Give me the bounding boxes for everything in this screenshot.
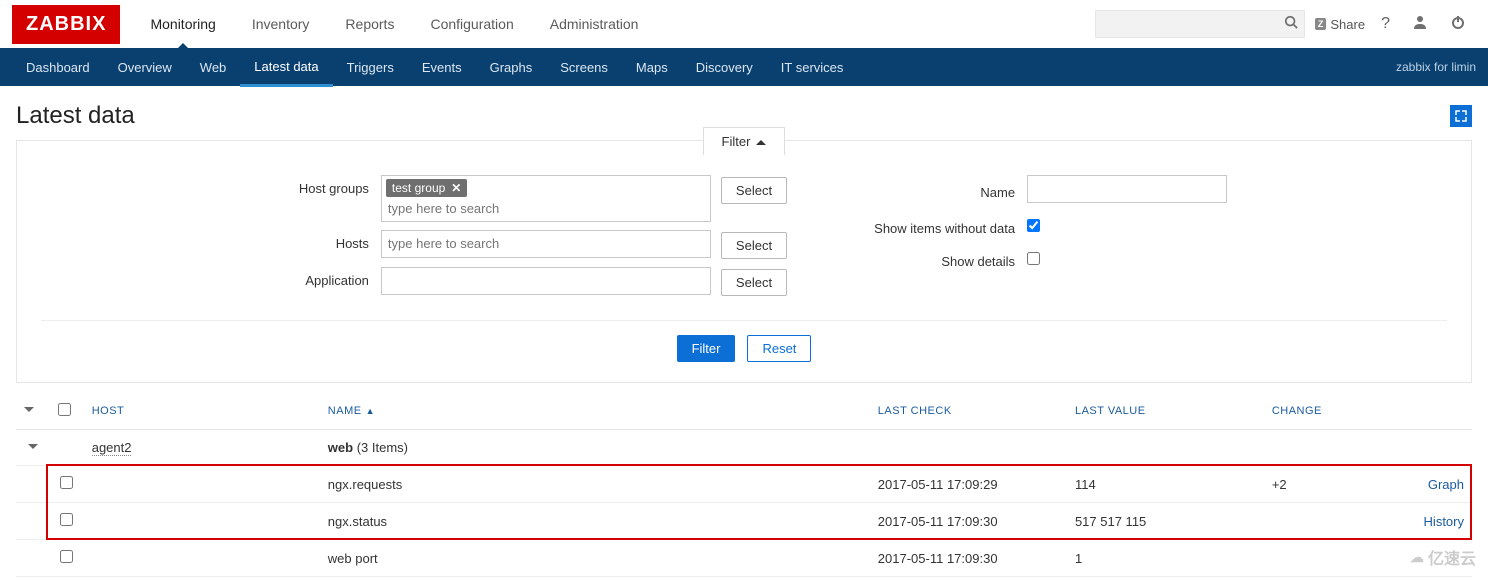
hosts-label: Hosts [261, 230, 381, 251]
row-checkbox[interactable] [60, 550, 73, 563]
hosts-input[interactable] [381, 230, 711, 258]
host-groups-input[interactable]: test group ✕ [381, 175, 711, 222]
row-name: ngx.status [320, 503, 870, 540]
help-icon[interactable]: ? [1375, 11, 1396, 37]
host-groups-tag[interactable]: test group ✕ [386, 179, 467, 197]
chevron-up-icon [756, 135, 766, 145]
power-icon[interactable] [1444, 10, 1472, 39]
filter-toggle-label: Filter [722, 134, 751, 149]
subnav-web[interactable]: Web [186, 48, 241, 86]
topnav-reports[interactable]: Reports [327, 0, 412, 48]
subnav-dashboard[interactable]: Dashboard [12, 48, 104, 86]
brand-logo[interactable]: ZABBIX [12, 5, 120, 44]
application-label: Application [261, 267, 381, 288]
group-app-name: web [328, 440, 353, 455]
watermark: ☁ 亿速云 [1410, 545, 1476, 569]
row-last-check: 2017-05-11 17:09:29 [870, 466, 1067, 503]
expand-all-icon[interactable] [24, 407, 34, 417]
watermark-text: 亿速云 [1428, 545, 1476, 569]
topnav-inventory[interactable]: Inventory [234, 0, 328, 48]
col-last-value[interactable]: Last value [1075, 405, 1146, 417]
col-change[interactable]: Change [1272, 405, 1322, 417]
page-title: Latest data [16, 102, 135, 130]
application-input[interactable] [381, 267, 711, 295]
application-select-button[interactable]: Select [721, 269, 787, 296]
show-without-data-label: Show items without data [847, 215, 1027, 236]
table-group-row: agent2 web (3 Items) [16, 430, 1472, 466]
row-name: web port [320, 540, 870, 577]
sort-asc-icon: ▲ [366, 406, 375, 416]
show-details-label: Show details [847, 248, 1027, 269]
subnav-graphs[interactable]: Graphs [476, 48, 547, 86]
row-change [1264, 503, 1402, 540]
search-icon[interactable] [1278, 11, 1304, 38]
sub-nav: Dashboard Overview Web Latest data Trigg… [0, 48, 1488, 86]
cloud-icon: ☁ [1410, 549, 1424, 566]
group-item-count: (3 Items) [357, 440, 408, 455]
subnav-maps[interactable]: Maps [622, 48, 682, 86]
host-groups-text-input[interactable] [386, 199, 706, 218]
show-without-data-checkbox[interactable] [1027, 219, 1040, 232]
row-last-value: 114 [1067, 466, 1264, 503]
host-groups-select-button[interactable]: Select [721, 177, 787, 204]
subnav-latest-data[interactable]: Latest data [240, 49, 332, 87]
row-change: +2 [1264, 466, 1402, 503]
subnav-events[interactable]: Events [408, 48, 476, 86]
name-label: Name [847, 179, 1027, 200]
share-label: Share [1330, 17, 1365, 32]
row-last-check: 2017-05-11 17:09:30 [870, 503, 1067, 540]
subnav-screens[interactable]: Screens [546, 48, 622, 86]
tag-remove-icon[interactable]: ✕ [451, 181, 461, 195]
topnav-monitoring[interactable]: Monitoring [132, 0, 233, 48]
show-details-checkbox[interactable] [1027, 252, 1040, 265]
table-row: web port 2017-05-11 17:09:30 1 [16, 540, 1472, 577]
global-search[interactable] [1095, 10, 1305, 38]
share-button[interactable]: Z Share [1315, 17, 1365, 32]
row-name: ngx.requests [320, 466, 870, 503]
select-all-checkbox[interactable] [58, 403, 71, 416]
topnav-configuration[interactable]: Configuration [412, 0, 531, 48]
user-icon[interactable] [1406, 10, 1434, 39]
col-last-check[interactable]: Last check [878, 405, 952, 417]
row-last-value: 1 [1067, 540, 1264, 577]
topbar: ZABBIX Monitoring Inventory Reports Conf… [0, 0, 1488, 48]
col-host[interactable]: Host [92, 405, 125, 417]
subnav-it-services[interactable]: IT services [767, 48, 858, 86]
row-action-link[interactable]: History [1424, 514, 1464, 529]
row-last-value: 517 517 115 [1067, 503, 1264, 540]
row-change [1264, 540, 1402, 577]
row-last-check: 2017-05-11 17:09:30 [870, 540, 1067, 577]
filter-button[interactable]: Filter [677, 335, 736, 362]
filter-toggle[interactable]: Filter [703, 127, 786, 155]
subnav-status-text: zabbix for limin [1396, 60, 1476, 74]
reset-button[interactable]: Reset [747, 335, 811, 362]
data-table-wrap: Host Name▲ Last check Last value Change … [0, 393, 1488, 577]
subnav-triggers[interactable]: Triggers [333, 48, 408, 86]
top-right: Z Share ? [1095, 10, 1488, 39]
table-row: ngx.status 2017-05-11 17:09:30 517 517 1… [16, 503, 1472, 540]
topnav-administration[interactable]: Administration [532, 0, 657, 48]
expand-row-icon[interactable] [28, 444, 38, 454]
name-input[interactable] [1027, 175, 1227, 203]
top-nav: Monitoring Inventory Reports Configurati… [132, 0, 656, 48]
table-row: ngx.requests 2017-05-11 17:09:29 114 +2 … [16, 466, 1472, 503]
hosts-select-button[interactable]: Select [721, 232, 787, 259]
group-host-name[interactable]: agent2 [92, 440, 132, 456]
global-search-input[interactable] [1102, 17, 1278, 32]
hosts-text-input[interactable] [386, 234, 706, 253]
host-groups-tag-text: test group [392, 181, 445, 195]
col-name[interactable]: Name [328, 405, 362, 417]
latest-data-table: Host Name▲ Last check Last value Change … [16, 393, 1472, 577]
row-checkbox[interactable] [60, 476, 73, 489]
subnav-discovery[interactable]: Discovery [682, 48, 767, 86]
filter-panel: Filter Host groups test group ✕ Select [16, 140, 1472, 383]
share-z-icon: Z [1315, 18, 1327, 30]
host-groups-label: Host groups [261, 175, 381, 196]
row-checkbox[interactable] [60, 513, 73, 526]
fullscreen-button[interactable] [1450, 105, 1472, 127]
row-action-link[interactable]: Graph [1428, 477, 1464, 492]
subnav-overview[interactable]: Overview [104, 48, 186, 86]
